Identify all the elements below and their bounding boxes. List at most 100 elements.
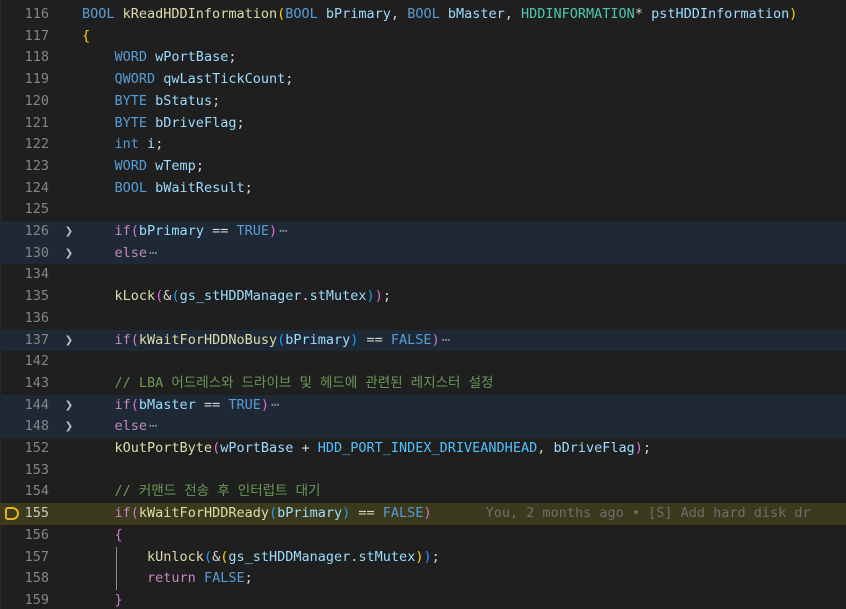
code-line[interactable]: 125 xyxy=(0,199,846,221)
code-text[interactable]: // 커맨드 전송 후 인터럽트 대기 xyxy=(82,481,321,503)
code-line[interactable]: 142 xyxy=(0,351,846,373)
code-text[interactable]: { xyxy=(82,525,123,547)
line-number[interactable]: 137 xyxy=(0,330,49,352)
code-token: ; xyxy=(382,288,391,305)
code-line[interactable]: 153 xyxy=(0,460,846,482)
folded-ellipsis-icon[interactable]: ⋯ xyxy=(149,416,157,438)
code-line[interactable]: 148 ❯ else ⋯ xyxy=(0,416,846,438)
code-text[interactable]: BYTE bStatus; xyxy=(82,91,221,113)
folded-ellipsis-icon[interactable]: ⋯ xyxy=(279,221,287,243)
line-number[interactable]: 124 xyxy=(0,178,49,200)
code-line[interactable]: 155 if(kWaitForHDDReady(bPrimary) == FAL… xyxy=(0,503,846,525)
code-text[interactable]: kOutPortByte(wPortBase + HDD_PORT_INDEX_… xyxy=(82,438,652,460)
line-number[interactable]: 152 xyxy=(0,438,49,460)
code-line[interactable]: 124 BOOL bWaitResult; xyxy=(0,178,846,200)
code-line[interactable]: 121 BYTE bDriveFlag; xyxy=(0,113,846,135)
line-number[interactable]: 126 xyxy=(0,221,49,243)
line-number[interactable]: 154 xyxy=(0,481,49,503)
code-line[interactable]: 157 kUnlock(&(gs_stHDDManager.stMutex)); xyxy=(0,546,846,569)
code-line[interactable]: 122 int i; xyxy=(0,134,846,156)
code-text[interactable]: int i; xyxy=(82,134,164,156)
code-text[interactable]: return FALSE; xyxy=(82,568,253,590)
code-text[interactable]: BOOL kReadHDDInformation(BOOL bPrimary, … xyxy=(82,4,797,26)
line-number[interactable]: 159 xyxy=(0,590,49,609)
code-text[interactable]: if(bPrimary == TRUE) ⋯ xyxy=(82,221,288,243)
code-text[interactable]: if(kWaitForHDDReady(bPrimary) == FALSE) Y… xyxy=(82,503,811,525)
folded-ellipsis-icon[interactable]: ⋯ xyxy=(271,395,279,417)
folded-ellipsis-icon[interactable]: ⋯ xyxy=(442,330,450,352)
code-editor[interactable]: 116 BOOL kReadHDDInformation(BOOL bPrimar… xyxy=(0,0,846,609)
code-text[interactable]: BOOL bWaitResult; xyxy=(82,178,253,200)
line-number[interactable]: 123 xyxy=(0,156,49,178)
code-line[interactable]: 159 } xyxy=(0,590,846,609)
code-line[interactable]: 137 ❯ if(kWaitForHDDNoBusy(bPrimary) == F… xyxy=(0,329,846,352)
code-line[interactable]: 136 xyxy=(0,308,846,330)
line-number[interactable]: 120 xyxy=(0,91,49,113)
code-line[interactable]: 144 ❯ if(bMaster == TRUE) ⋯ xyxy=(0,394,846,417)
code-line[interactable]: 116 BOOL kReadHDDInformation(BOOL bPrimar… xyxy=(0,4,846,26)
git-blame-annotation: You, 2 months ago • [S] Add hard disk dr xyxy=(485,505,811,522)
code-line[interactable]: 120 BYTE bStatus; xyxy=(0,91,846,113)
chevron-right-icon[interactable]: ❯ xyxy=(62,395,76,417)
code-line[interactable]: 135 kLock(&(gs_stHDDManager.stMutex)); xyxy=(0,286,846,308)
folded-ellipsis-icon[interactable]: ⋯ xyxy=(149,243,157,265)
line-number[interactable]: 144 xyxy=(0,395,49,417)
line-number[interactable]: 125 xyxy=(0,199,49,221)
line-number[interactable]: 153 xyxy=(0,460,49,482)
code-line[interactable]: 119 QWORD qwLastTickCount; xyxy=(0,69,846,91)
line-number[interactable]: 143 xyxy=(0,373,49,395)
line-number[interactable]: 156 xyxy=(0,525,49,547)
code-token: FALSE xyxy=(382,505,424,522)
code-text[interactable]: WORD wPortBase; xyxy=(82,47,237,69)
code-line[interactable]: 117 { xyxy=(0,26,846,48)
chevron-right-icon[interactable]: ❯ xyxy=(62,221,76,243)
line-number[interactable]: 116 xyxy=(0,4,49,26)
chevron-right-icon[interactable]: ❯ xyxy=(62,416,76,438)
code-token: ; xyxy=(642,440,652,456)
code-token: * xyxy=(634,6,652,22)
code-text[interactable]: kLock(&(gs_stHDDManager.stMutex)); xyxy=(82,286,391,308)
line-number[interactable]: 122 xyxy=(0,134,49,156)
line-number[interactable]: 118 xyxy=(0,47,49,69)
code-line[interactable]: 126 ❯ if(bPrimary == TRUE) ⋯ xyxy=(0,221,846,243)
code-text[interactable]: QWORD qwLastTickCount; xyxy=(82,69,294,91)
chevron-right-icon[interactable]: ❯ xyxy=(62,330,76,352)
code-line[interactable]: 154 // 커맨드 전송 후 인터럽트 대기 xyxy=(0,481,846,503)
code-line[interactable]: 156 { xyxy=(0,525,846,547)
line-number[interactable]: 142 xyxy=(0,351,49,373)
breakpoint-icon[interactable] xyxy=(5,507,19,521)
line-number[interactable]: 130 xyxy=(0,243,49,265)
line-number[interactable]: 134 xyxy=(0,264,49,286)
code-line[interactable]: 134 xyxy=(0,264,846,286)
code-text[interactable]: if(kWaitForHDDNoBusy(bPrimary) == FALSE)… xyxy=(82,330,450,352)
code-line[interactable]: 143 // LBA 어드레스와 드라이브 및 헤드에 관련된 레지스터 설정 xyxy=(0,373,846,395)
line-number[interactable]: 157 xyxy=(0,547,49,569)
line-number[interactable]: 119 xyxy=(0,69,49,91)
code-token: ) xyxy=(634,440,643,456)
line-number[interactable]: 136 xyxy=(0,308,49,330)
code-line[interactable]: 123 WORD wTemp; xyxy=(0,156,846,178)
code-line[interactable]: 152 kOutPortByte(wPortBase + HDD_PORT_IN… xyxy=(0,438,846,460)
code-text[interactable]: else ⋯ xyxy=(82,243,158,265)
code-text[interactable]: BYTE bDriveFlag; xyxy=(82,113,245,135)
code-line[interactable]: 118 WORD wPortBase; xyxy=(0,47,846,69)
code-text[interactable]: else ⋯ xyxy=(82,416,158,438)
code-text[interactable]: if(bMaster == TRUE) ⋯ xyxy=(82,395,280,417)
line-number[interactable]: 117 xyxy=(0,26,49,48)
line-number[interactable]: 135 xyxy=(0,286,49,308)
code-text[interactable]: } xyxy=(82,590,123,609)
code-text[interactable]: kUnlock(&(gs_stHDDManager.stMutex)); xyxy=(82,547,440,569)
code-text[interactable]: WORD wTemp; xyxy=(82,156,204,178)
code-line[interactable]: 130 ❯ else ⋯ xyxy=(0,242,846,265)
chevron-right-icon[interactable]: ❯ xyxy=(62,243,76,265)
line-number[interactable]: 121 xyxy=(0,113,49,135)
line-number[interactable]: 148 xyxy=(0,416,49,438)
line-number[interactable]: 158 xyxy=(0,568,49,590)
code-line[interactable]: 158 return FALSE; xyxy=(0,568,846,590)
code-text[interactable]: // LBA 어드레스와 드라이브 및 헤드에 관련된 레지스터 설정 xyxy=(82,373,494,395)
code-text[interactable]: { xyxy=(82,26,90,48)
